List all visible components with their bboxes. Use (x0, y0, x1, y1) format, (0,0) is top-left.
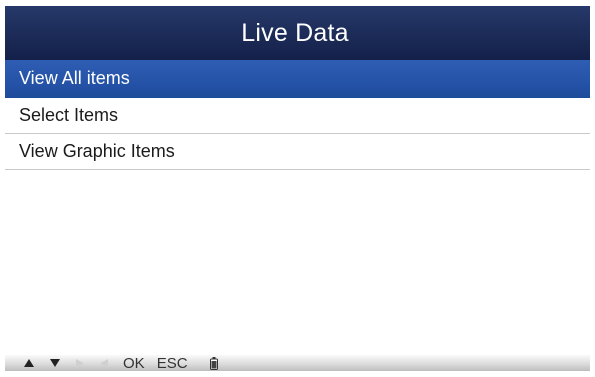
right-arrow-icon (75, 358, 85, 369)
battery-icon (209, 356, 218, 370)
left-arrow-icon (99, 358, 109, 369)
down-arrow-icon[interactable] (49, 358, 61, 368)
ok-key-label[interactable]: OK (123, 355, 145, 372)
menu-item-view-all-items[interactable]: View All items (5, 60, 590, 98)
menu-item-label: View Graphic Items (19, 141, 175, 161)
menu-list: View All items Select Items View Graphic… (5, 60, 590, 170)
esc-key-label[interactable]: ESC (157, 355, 188, 372)
menu-item-label: View All items (19, 68, 130, 88)
page-title: Live Data (241, 18, 349, 47)
menu-item-label: Select Items (19, 105, 119, 125)
live-data-screen: Live Data View All items Select Items Vi… (5, 6, 590, 371)
menu-item-view-graphic-items[interactable]: View Graphic Items (5, 134, 590, 170)
up-arrow-icon[interactable] (23, 358, 35, 368)
menu-item-select-items[interactable]: Select Items (5, 98, 590, 134)
key-hint-bar: OK ESC (5, 355, 590, 371)
title-bar: Live Data (5, 6, 590, 60)
